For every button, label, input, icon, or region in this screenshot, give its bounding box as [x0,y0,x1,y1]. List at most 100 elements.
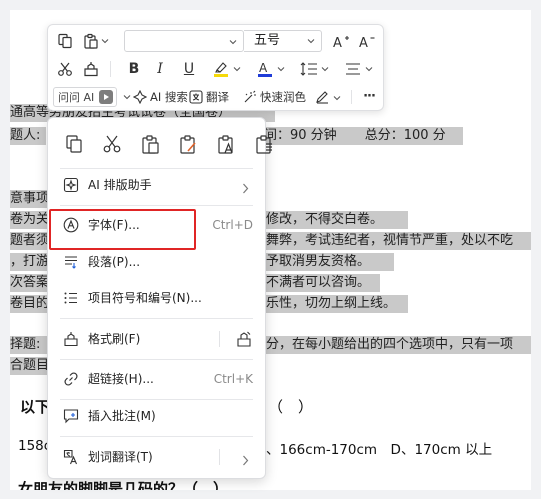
translate-icon [62,448,80,466]
svg-text:A: A [259,61,268,75]
paste-keep-format-icon[interactable] [174,130,201,157]
decrease-font-size-icon[interactable]: A [356,31,378,51]
copy-icon[interactable] [55,31,75,51]
font-item-highlight-box [49,209,196,250]
menu-separator [60,205,253,206]
svg-text:A: A [333,36,342,49]
quick-polish-button[interactable]: 快速润色 [260,89,306,105]
font-size-dropdown[interactable]: 五号 [244,30,322,52]
menu-separator [60,318,253,319]
chevron-down-icon[interactable] [232,63,242,75]
menu-item-hyperlink[interactable]: 超链接(H)... Ctrl+K [48,364,267,394]
format-painter-icon [62,330,80,348]
ai-search-button[interactable]: AI 搜索 [150,89,188,105]
doc-line: 不满者可以咨询。 [266,274,380,292]
chevron-right-icon [242,179,249,198]
menu-item-shortcut: Ctrl+D [212,218,253,232]
menu-item-divider [219,331,220,347]
chevron-right-icon[interactable] [242,451,249,470]
doc-line: 舞弊，考试违纪者，视情节严重，处以不吃 [266,232,531,250]
doc-line: 次答案 [10,274,50,292]
translate-icon[interactable] [188,88,204,106]
more-options-icon[interactable]: ··· [359,87,379,105]
menu-item-word-translate[interactable]: 划词翻译(T) [48,442,267,472]
doc-line-text: 总分：100 分 [364,128,446,143]
pin-format-painter-icon[interactable] [235,330,253,352]
doc-line: 卷目的 [10,295,50,313]
cut-icon[interactable] [55,59,75,79]
doc-line: 意事项 [10,190,50,208]
chevron-down-icon [306,34,316,55]
copy-icon[interactable] [60,130,87,157]
italic-icon[interactable]: I [150,59,170,79]
menu-item-bullets-numbering[interactable]: 项目符号和编号(N)... [48,283,267,313]
menu-item-ai-layout-assistant[interactable]: AI 排版助手 [48,170,267,200]
menu-item-label: 超链接(H)... [88,372,154,386]
highlight-icon[interactable] [210,59,232,79]
menu-item-label: 划词翻译(T) [88,450,153,464]
doc-line: 卷为关 [10,211,50,229]
doc-line: 乐性，切勿上纲上线。 [266,295,408,313]
chevron-down-icon[interactable] [364,63,374,75]
translate-button[interactable]: 翻译 [206,89,229,105]
ai-layout-icon [62,176,80,194]
paragraph-icon [62,253,80,271]
menu-separator [60,436,253,437]
doc-line: 分，在每小题给出的四个选项中，只有一项 [266,336,531,354]
line-spacing-icon[interactable] [298,59,320,79]
align-icon[interactable] [342,59,364,79]
cut-icon[interactable] [98,130,125,157]
chevron-down-icon[interactable] [332,92,342,104]
menu-item-label: 插入批注(M) [88,409,156,423]
ask-ai-label: 问问 AI [58,91,95,104]
increase-font-size-icon[interactable]: A [330,31,352,51]
toolbar-separator [351,90,352,104]
format-painter-icon[interactable] [81,59,101,79]
menu-item-paragraph[interactable]: 段落(P)... [48,247,267,277]
doc-line: 合题目 [10,357,50,375]
pen-icon[interactable] [314,88,330,106]
doc-line: 间：90 分钟 总分：100 分 [264,127,463,145]
chevron-down-icon[interactable] [320,63,330,75]
doc-line: 题人: [10,127,46,145]
menu-item-label: 项目符号和编号(N)... [88,291,202,305]
bold-icon[interactable]: B [124,59,144,79]
ai-search-icon[interactable] [132,88,148,106]
doc-line: 修改，不得交白卷。 [266,211,408,229]
chevron-down-icon[interactable] [276,63,286,75]
quick-polish-icon[interactable] [242,88,258,106]
chevron-down-icon [228,34,238,53]
mini-toolbar: 五号 A A B I U A 问问 AI AI 搜索 翻译 快速润色 ··· [47,24,384,111]
paste-icon[interactable] [81,31,101,51]
bullet-list-icon [62,289,80,307]
comment-icon [62,407,80,425]
toolbar-separator [110,61,111,77]
question-1-text: 以下 [20,398,51,416]
doc-line: ，打游 [10,253,50,271]
menu-item-shortcut: Ctrl+K [213,372,253,386]
menu-separator [60,168,253,169]
answer-1-right: 、166cm-170cm D、170cm 以上 [266,442,493,458]
ask-ai-button[interactable]: 问问 AI [53,87,117,107]
paste-text-only-icon[interactable] [212,130,239,157]
menu-item-label: AI 排版助手 [88,178,152,192]
menu-item-insert-comment[interactable]: 插入批注(M) [48,401,267,431]
underline-icon[interactable]: U [179,59,199,79]
menu-item-divider [219,449,220,465]
question-1-bracket: （ ） [268,398,314,416]
menu-item-label: 格式刷(F) [88,332,141,346]
link-icon [62,370,80,388]
doc-line: 题者须 [10,232,50,250]
doc-line: 予取消男友资格。 [266,253,394,271]
font-name-dropdown[interactable] [124,30,244,52]
menu-item-format-painter[interactable]: 格式刷(F) [48,324,267,354]
menu-separator [60,359,253,360]
font-size-value: 五号 [254,33,281,48]
font-color-icon[interactable]: A [254,59,276,79]
menu-separator [60,399,253,400]
chevron-down-icon[interactable] [100,35,110,47]
doc-line: 择题: [10,336,48,354]
paste-icon[interactable] [136,130,163,157]
play-icon [99,90,113,104]
paste-special-icon[interactable] [250,130,277,157]
